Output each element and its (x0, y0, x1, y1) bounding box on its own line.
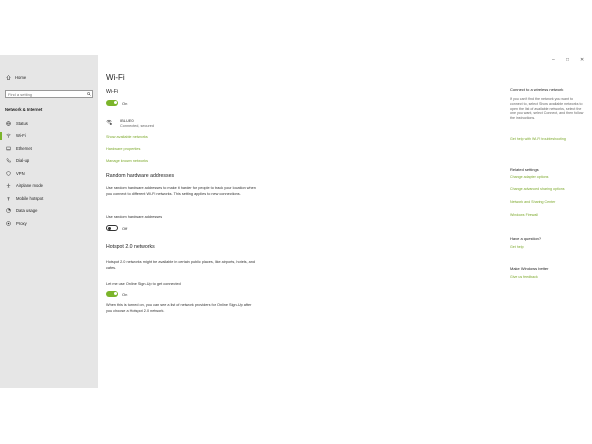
network-name-text: IBLUE0 (120, 118, 134, 123)
manage-known-networks-link[interactable]: Manage known networks (106, 159, 148, 163)
wifi-toggle-state: On (122, 100, 128, 106)
sidebar-item-vpn[interactable]: VPN (0, 167, 98, 180)
sidebar-section-title: Network & Internet (5, 107, 43, 112)
sidebar-item-mobile-hotspot[interactable]: Mobile hotspot (0, 192, 98, 205)
hotspot-toggle[interactable] (106, 291, 118, 297)
hotspot-footer-text: When this is turned on, you can see a li… (106, 303, 252, 313)
home-icon (6, 75, 11, 80)
connect-text: If you can't find the network you want t… (510, 97, 584, 121)
connect-heading: Connect to a wireless network (510, 87, 564, 92)
sidebar-home[interactable]: Home (6, 75, 26, 80)
question-heading: Have a question? (510, 236, 542, 241)
random-hw-heading: Random hardware addresses (106, 173, 175, 179)
vpn-icon (6, 171, 11, 176)
hotspot-description: Hotspot 2.0 networks might be available … (106, 260, 256, 270)
hotspot-toggle-label: Let me use Online Sign-Up to get connect… (106, 282, 181, 286)
settings-window: Settings – □ ✕ Home Network & Internet S… (0, 55, 592, 388)
toggle-knob (113, 292, 117, 296)
sidebar-item-label: Ethernet (16, 145, 32, 151)
hotspot-icon (7, 196, 10, 201)
toggle-knob (108, 226, 112, 230)
ethernet-icon (6, 146, 11, 150)
random-hw-description: Use random hardware addresses to make it… (106, 186, 256, 196)
toggle-knob (113, 101, 117, 105)
sidebar-item-label: Proxy (16, 220, 27, 226)
sidebar-item-label: Status (16, 120, 28, 126)
give-feedback-link[interactable]: Give us feedback (510, 275, 584, 280)
globe-icon (6, 121, 11, 126)
wifi-secured-icon (106, 119, 112, 125)
sidebar-item-dialup[interactable]: Dial-up (0, 155, 98, 168)
page-title: Wi-Fi (106, 73, 125, 82)
sidebar-item-wifi[interactable]: Wi-Fi (0, 130, 98, 143)
airplane-icon (6, 183, 11, 188)
sidebar-item-proxy[interactable]: Proxy (0, 217, 98, 230)
sidebar-item-label: Airplane mode (16, 183, 44, 189)
sidebar-item-data-usage[interactable]: Data usage (0, 205, 98, 218)
sidebar-item-label: Mobile hotspot (16, 195, 44, 201)
proxy-icon (6, 221, 11, 226)
sidebar: Home Network & Internet Status Wi-Fi Eth… (0, 55, 98, 388)
hotspot-toggle-state: On (122, 291, 128, 297)
wifi-heading: Wi-Fi (106, 89, 119, 95)
search-icon[interactable] (87, 92, 91, 96)
hotspot-heading: Hotspot 2.0 networks (106, 244, 155, 250)
feedback-heading: Make Windows better (510, 266, 549, 271)
windows-firewall-link[interactable]: Windows Firewall (510, 213, 584, 218)
random-hw-toggle-label: Use random hardware addresses (106, 215, 163, 219)
change-adapter-options-link[interactable]: Change adapter options (510, 175, 584, 180)
sidebar-item-label: Data usage (16, 208, 38, 214)
wifi-toggle[interactable] (106, 100, 118, 106)
sidebar-item-label: VPN (16, 170, 25, 176)
show-networks-link[interactable]: Show available networks (106, 135, 148, 139)
related-settings-heading: Related settings (510, 167, 539, 172)
sidebar-item-airplane-mode[interactable]: Airplane mode (0, 180, 98, 193)
random-hw-toggle[interactable] (106, 225, 118, 231)
sidebar-item-label: Dial-up (16, 158, 30, 164)
sidebar-item-ethernet[interactable]: Ethernet (0, 142, 98, 155)
phone-icon (6, 158, 11, 163)
sidebar-item-label: Wi-Fi (16, 133, 26, 139)
home-label: Home (15, 75, 27, 80)
search-input[interactable] (5, 90, 93, 98)
wifi-troubleshoot-link[interactable]: Get help with Wi-Fi troubleshooting (510, 137, 584, 142)
sidebar-item-status[interactable]: Status (0, 117, 98, 130)
random-hw-toggle-state: Off (122, 225, 128, 231)
advanced-sharing-link[interactable]: Change advanced sharing options (510, 187, 584, 192)
sidebar-nav: Status Wi-Fi Ethernet Dial-up VPN Airpla… (0, 117, 98, 230)
hardware-properties-link[interactable]: Hardware properties (106, 147, 140, 151)
network-sharing-center-link[interactable]: Network and Sharing Center (510, 200, 584, 205)
data-usage-icon (6, 208, 11, 213)
network-status: Connected, secured (120, 124, 154, 128)
get-help-link[interactable]: Get help (510, 245, 584, 250)
network-name[interactable]: IBLUE0 (120, 118, 134, 123)
wifi-icon (6, 134, 11, 138)
